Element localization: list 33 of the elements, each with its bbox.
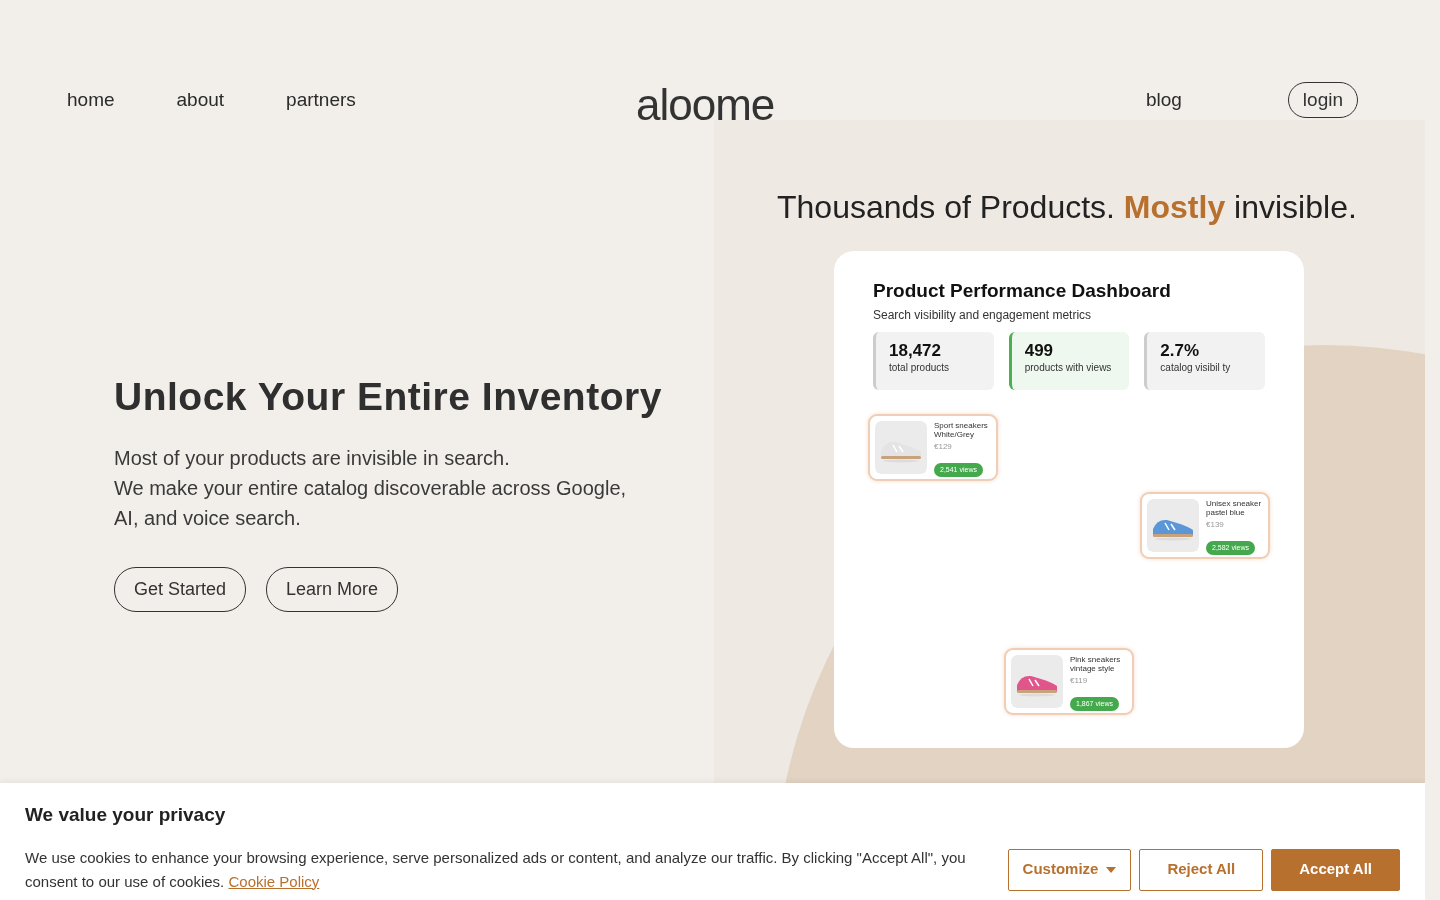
stat-label: total products — [889, 361, 951, 376]
product-price: €119 — [1070, 674, 1089, 687]
product-name: Pink sneakers vintage style — [1070, 654, 1122, 673]
hero-title: Unlock Your Entire Inventory — [114, 374, 663, 420]
stat-label: catalog visibil ty — [1160, 361, 1232, 376]
caret-icon — [1106, 866, 1117, 873]
nav-link[interactable]: home — [67, 85, 115, 115]
product-price: €139 — [1206, 518, 1225, 531]
stat-label: products with views — [1024, 361, 1113, 376]
stat-value: 499 — [1024, 341, 1055, 361]
hero-text: AI, and voice search. — [114, 505, 302, 531]
nav-link[interactable]: blog — [1145, 85, 1182, 115]
hero-text: We make your entire catalog discoverable across Google, — [114, 475, 628, 501]
cookie-title: We value your privacy — [25, 803, 227, 827]
tagline: Thousands of Products. Mostly invisible. — [777, 188, 1357, 227]
cookie-policy-link[interactable]: Cookie Policy — [228, 872, 320, 890]
logo[interactable]: aloome — [636, 72, 775, 138]
product-name: Sport sneakers White/Grey — [934, 420, 989, 439]
stat-value: 2.7% — [1160, 341, 1201, 361]
hero-button[interactable]: Get Started — [114, 566, 247, 612]
product-name: Unisex sneaker pastel blue — [1206, 498, 1263, 517]
dashboard-title: Product Performance Dashboard — [873, 279, 1172, 303]
hero-text: Most of your products are invisible in search. — [114, 445, 511, 471]
cookie-text: We use cookies to enhance your browsing experience, serve personalized ads or content, and analyze our traffic. By clicking "Accept All", you consent to our use of cookies. Cookie Policy — [25, 847, 967, 892]
stat-value: 18,472 — [889, 341, 942, 361]
dashboard-subtitle: Search visibility and engagement metrics — [873, 306, 1093, 324]
product-price: €129 — [934, 440, 953, 453]
customize-button[interactable]: Customize — [1007, 848, 1132, 891]
nav-link[interactable]: about — [176, 85, 225, 115]
reject-button[interactable]: Reject All — [1139, 848, 1264, 891]
hero-button[interactable]: Learn More — [266, 566, 399, 612]
accept-button[interactable]: Accept All — [1271, 848, 1400, 891]
nav-link[interactable]: partners — [286, 85, 356, 115]
